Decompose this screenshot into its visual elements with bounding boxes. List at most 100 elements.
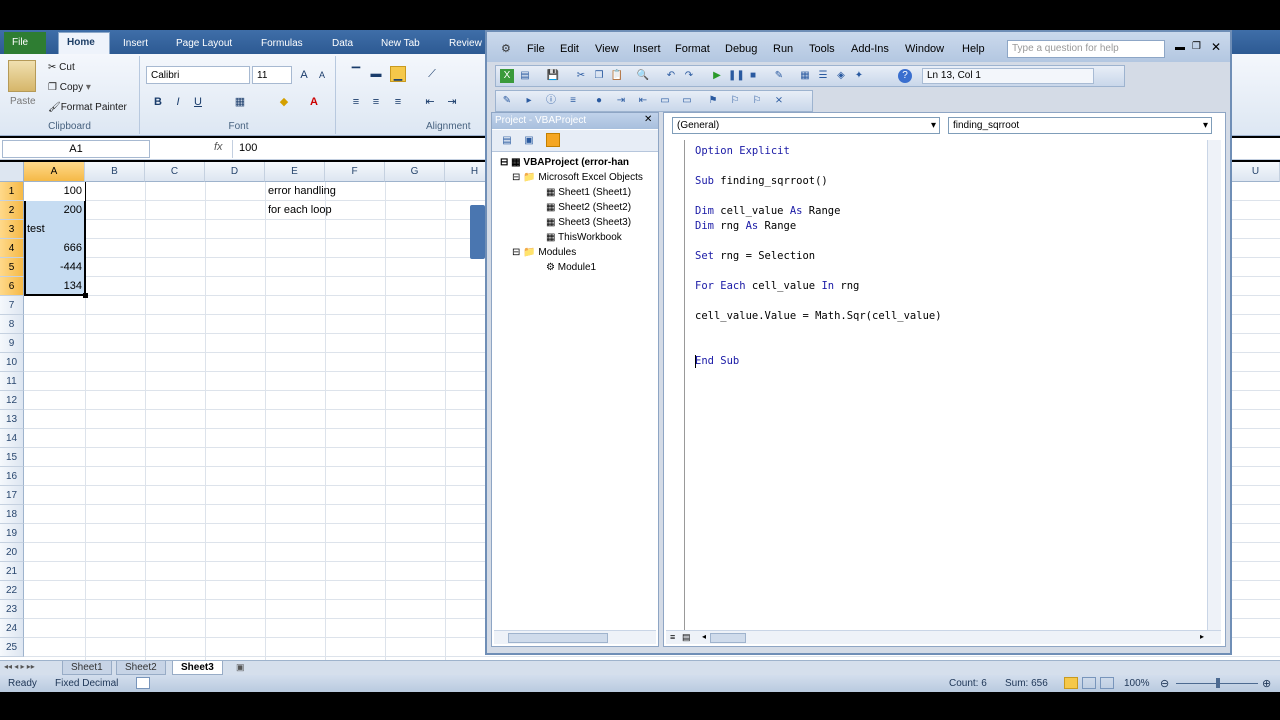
view-code-icon[interactable]: ▤ [500, 134, 514, 148]
toolbox-icon[interactable]: ✦ [852, 69, 866, 83]
tree-node-sheet1[interactable]: ▦ Sheet1 (Sheet1) [546, 187, 631, 198]
redo-icon[interactable]: ↷ [682, 69, 696, 83]
cell-a6[interactable]: 134 [24, 277, 85, 296]
row-header[interactable]: 17 [0, 486, 24, 505]
tab-file[interactable]: File [4, 32, 46, 54]
quick-info-icon[interactable]: ⓘ [544, 94, 558, 108]
zoom-slider-thumb[interactable] [1216, 678, 1220, 688]
font-name-select[interactable]: Calibri [146, 66, 250, 84]
tab-new-tab[interactable]: New Tab [373, 34, 428, 54]
view-excel-icon[interactable]: X [500, 69, 514, 83]
object-dropdown[interactable]: (General) ▾ [672, 117, 940, 134]
tree-node-modules[interactable]: ⊟ 📁 Modules [512, 247, 576, 258]
tab-insert[interactable]: Insert [115, 34, 156, 54]
tree-node-thisworkbook[interactable]: ▦ ThisWorkbook [546, 232, 622, 243]
column-header-b[interactable]: B [85, 162, 145, 182]
align-top-icon[interactable]: ▔ [348, 66, 364, 82]
list-properties-icon[interactable]: ✎ [500, 94, 514, 108]
indent-icon[interactable]: ⇥ [614, 94, 628, 108]
row-header[interactable]: 1 [0, 182, 24, 201]
format-painter-button[interactable]: 🖌Format Painter [48, 102, 127, 113]
previous-bookmark-icon[interactable]: ⚐ [750, 94, 764, 108]
run-icon[interactable]: ▶ [710, 69, 724, 83]
italic-icon[interactable]: I [170, 94, 186, 110]
vba-menu-window[interactable]: Window [905, 43, 944, 55]
row-header[interactable]: 22 [0, 581, 24, 600]
row-header[interactable]: 2 [0, 201, 24, 220]
borders-icon[interactable]: ▦ [232, 94, 248, 110]
vba-close-icon[interactable]: ✕ [1211, 40, 1221, 54]
decrease-indent-icon[interactable]: ⇤ [422, 94, 438, 110]
reset-icon[interactable]: ■ [746, 69, 760, 83]
tab-formulas[interactable]: Formulas [253, 34, 311, 54]
project-scroll-thumb[interactable] [508, 633, 608, 643]
project-explorer-icon[interactable]: ▦ [798, 69, 812, 83]
row-header[interactable]: 16 [0, 467, 24, 486]
scroll-left-icon[interactable]: ◂ [702, 632, 706, 641]
sheet-tab-3[interactable]: Sheet3 [172, 661, 223, 675]
object-browser-icon[interactable]: ◈ [834, 69, 848, 83]
paste-button[interactable]: Paste [10, 96, 36, 107]
tab-data[interactable]: Data [324, 34, 361, 54]
fx-icon[interactable]: fx [214, 141, 223, 153]
outdent-icon[interactable]: ⇤ [636, 94, 650, 108]
cell-a2[interactable]: 200 [24, 201, 85, 220]
row-header[interactable]: 12 [0, 391, 24, 410]
vba-menu-format[interactable]: Format [675, 43, 710, 55]
code-line[interactable]: cell_value.Value = Math.Sqr(cell_value) [695, 310, 942, 322]
row-header[interactable]: 24 [0, 619, 24, 638]
row-header[interactable]: 23 [0, 600, 24, 619]
tab-review[interactable]: Review [441, 34, 490, 54]
vba-menu-file[interactable]: File [527, 43, 545, 55]
font-size-select[interactable]: 11 [252, 66, 292, 84]
save-icon[interactable]: 💾 [546, 69, 560, 83]
align-center-icon[interactable]: ≡ [368, 94, 384, 110]
tree-node-sheet2[interactable]: ▦ Sheet2 (Sheet2) [546, 202, 631, 213]
procedure-view-icon[interactable]: ≡ [670, 632, 675, 642]
align-middle-icon[interactable]: ▬ [368, 66, 384, 82]
row-header[interactable]: 19 [0, 524, 24, 543]
vba-app-icon[interactable]: ⚙ [501, 42, 511, 55]
paste-icon[interactable]: 📋 [610, 69, 624, 83]
cut-icon[interactable]: ✂ [574, 69, 588, 83]
grow-font-icon[interactable]: A [296, 67, 312, 83]
procedure-dropdown[interactable]: finding_sqrroot ▾ [948, 117, 1212, 134]
cell-a4[interactable]: 666 [24, 239, 85, 258]
zoom-in-icon[interactable]: ⊕ [1262, 677, 1271, 690]
vba-menu-run[interactable]: Run [773, 43, 793, 55]
insert-module-icon[interactable]: ▤ [518, 69, 532, 83]
page-layout-view-icon[interactable] [1082, 677, 1096, 689]
cell-a3[interactable]: test [24, 220, 85, 239]
row-header[interactable]: 4 [0, 239, 24, 258]
tree-node-sheet3[interactable]: ▦ Sheet3 (Sheet3) [546, 217, 631, 228]
row-header[interactable]: 9 [0, 334, 24, 353]
row-header[interactable]: 14 [0, 429, 24, 448]
column-header-u[interactable]: U [1232, 162, 1280, 182]
vba-menu-help[interactable]: Help [962, 43, 985, 55]
row-header[interactable]: 21 [0, 562, 24, 581]
underline-icon[interactable]: U [190, 94, 206, 110]
cell-a1[interactable]: 100 [24, 182, 85, 201]
vba-menu-edit[interactable]: Edit [560, 43, 579, 55]
help-search-input[interactable]: Type a question for help [1007, 40, 1165, 58]
row-header[interactable]: 11 [0, 372, 24, 391]
cell-a5[interactable]: -444 [24, 258, 85, 277]
macro-record-icon[interactable] [136, 677, 150, 689]
scroll-right-icon[interactable]: ▸ [1200, 632, 1204, 641]
view-object-icon[interactable]: ▣ [522, 134, 536, 148]
row-header[interactable]: 15 [0, 448, 24, 467]
font-color-icon[interactable]: A [306, 94, 322, 110]
full-module-view-icon[interactable]: ▤ [682, 632, 691, 643]
sheet-nav-arrows-icon[interactable]: ◂◂ ◂ ▸ ▸▸ [4, 662, 35, 671]
row-header[interactable]: 10 [0, 353, 24, 372]
sheet-tab-1[interactable]: Sheet1 [62, 661, 112, 675]
column-header-e[interactable]: E [265, 162, 325, 182]
insert-sheet-icon[interactable]: ▣ [236, 662, 245, 673]
vba-menu-debug[interactable]: Debug [725, 43, 757, 55]
column-header-c[interactable]: C [145, 162, 205, 182]
project-hscrollbar[interactable] [494, 630, 656, 644]
tree-node-excel-objects[interactable]: ⊟ 📁 Microsoft Excel Objects [512, 172, 643, 183]
undo-icon[interactable]: ↶ [664, 69, 678, 83]
copy-button[interactable]: ❐ Copy ▾ [48, 82, 91, 93]
column-header-a[interactable]: A [24, 162, 85, 182]
